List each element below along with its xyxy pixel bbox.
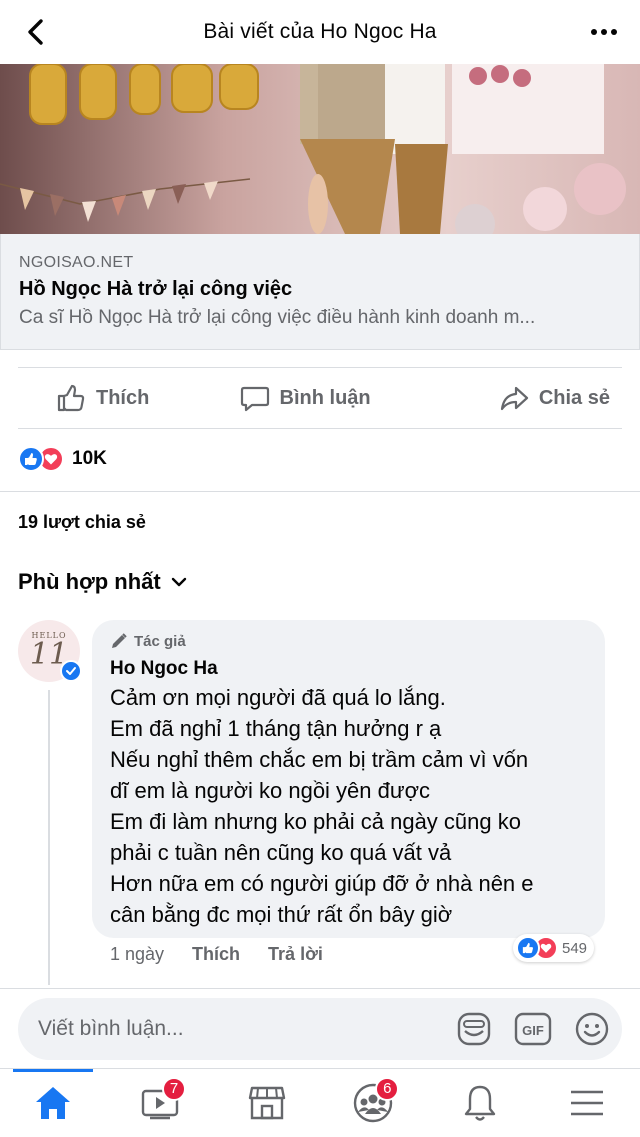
comment-line: dĩ em là người ko ngồi yên được [110,778,431,803]
tab-marketplace[interactable] [227,1069,307,1137]
more-button[interactable] [586,14,622,50]
link-source: NGOISAO.NET [19,254,134,271]
emoji-icon[interactable] [574,1011,610,1047]
comment-author-name[interactable]: Ho Ngoc Ha [110,658,587,680]
home-icon [36,1087,71,1119]
bell-icon [464,1085,496,1121]
marketplace-icon [248,1086,285,1120]
like-label: Thích [96,386,150,409]
back-button[interactable] [18,14,54,50]
comment-line: phải c tuần nên cũng ko quá vất vả [110,840,452,865]
bottom-tab-bar: 7 6 [0,1068,640,1137]
divider [0,491,640,492]
composer-icons: GIF [456,1011,610,1047]
page-title: Bài viết của Ho Ngoc Ha [203,20,437,43]
post-actions: Thích Bình luận Chia sẻ [18,367,622,429]
link-description: Ca sĩ Hồ Ngọc Hà trở lại công việc điều … [19,307,536,328]
comment-text: Cảm ơn mọi người đã quá lo lắng. Em đã n… [110,682,587,930]
pen-icon [112,633,127,648]
share-icon [500,386,528,411]
comment-reply-button[interactable]: Trả lời [268,944,323,965]
sticker-icon[interactable] [456,1011,492,1047]
tab-menu[interactable] [547,1069,627,1137]
comment-line: Hơn nữa em có người giúp đỡ ở nhà nên e [110,871,534,896]
gif-label: GIF [522,1023,544,1038]
comment-time: 1 ngày [110,944,165,964]
post-image[interactable] [0,64,640,234]
sort-label: Phù hợp nhất [18,569,161,594]
tab-groups[interactable]: 6 [333,1069,413,1137]
reactions-summary[interactable]: 10K [18,446,107,472]
chevron-left-icon [28,19,43,45]
comment-reactions[interactable]: 549 [513,934,595,962]
link-title: Hồ Ngọc Hà trở lại công việc [19,278,293,300]
tab-home[interactable] [13,1068,94,1137]
tab-notifications[interactable] [440,1069,520,1137]
comment-bubble[interactable]: Tác giả Ho Ngoc Ha Cảm ơn mọi người đã q… [92,620,605,938]
comment-input[interactable]: Viết bình luận... GIF [18,998,622,1060]
top-bar: Bài viết của Ho Ngoc Ha [0,0,640,64]
groups-badge: 6 [375,1076,400,1101]
comment-input-placeholder: Viết bình luận... [38,1017,184,1040]
thumbs-up-icon [57,384,85,412]
comment-label: Bình luận [279,386,371,409]
comment-like-button[interactable]: Thích [192,944,240,965]
comment-icon [240,386,269,412]
comment-button[interactable]: Bình luận [240,383,393,413]
share-button[interactable]: Chia sẻ [461,383,622,413]
comment-line: Nếu nghỉ thêm chắc em bị trầm cảm vì vốn [110,747,529,772]
reaction-count: 10K [72,448,107,469]
like-reaction-icon [516,936,540,960]
comment-line: Em đi làm nhưng ko phải cả ngày cũng ko [110,809,521,834]
comment-reaction-count: 549 [562,939,588,957]
link-preview[interactable]: NGOISAO.NET Hồ Ngọc Hà trở lại công việc… [0,234,640,350]
chevron-down-icon [171,577,186,587]
more-horizontal-icon [591,29,617,35]
like-button[interactable]: Thích [18,383,171,413]
comment-line: Cảm ơn mọi người đã quá lo lắng. [110,685,446,710]
comment-line: Em đã nghỉ 1 tháng tận hưởng r ạ [110,716,442,741]
thread-line [48,690,50,985]
comment-line: cân bằng đc mọi thứ rất ổn bây giờ [110,902,453,927]
comment-meta: 1 ngày Thích Trả lời [110,944,323,965]
menu-icon [570,1090,603,1116]
comment-sort-dropdown[interactable]: Phù hợp nhất [18,569,187,595]
tab-video[interactable]: 7 [120,1069,200,1137]
share-count[interactable]: 19 lượt chia sẻ [18,512,146,533]
share-label: Chia sẻ [538,386,610,409]
author-tag-label: Tác giả [134,632,186,650]
author-tag: Tác giả [110,632,587,650]
like-reaction-icon [18,446,44,472]
video-badge: 7 [161,1076,186,1101]
gif-icon[interactable]: GIF [514,1012,552,1046]
post-photo [0,64,640,234]
verified-badge-icon [60,660,82,682]
